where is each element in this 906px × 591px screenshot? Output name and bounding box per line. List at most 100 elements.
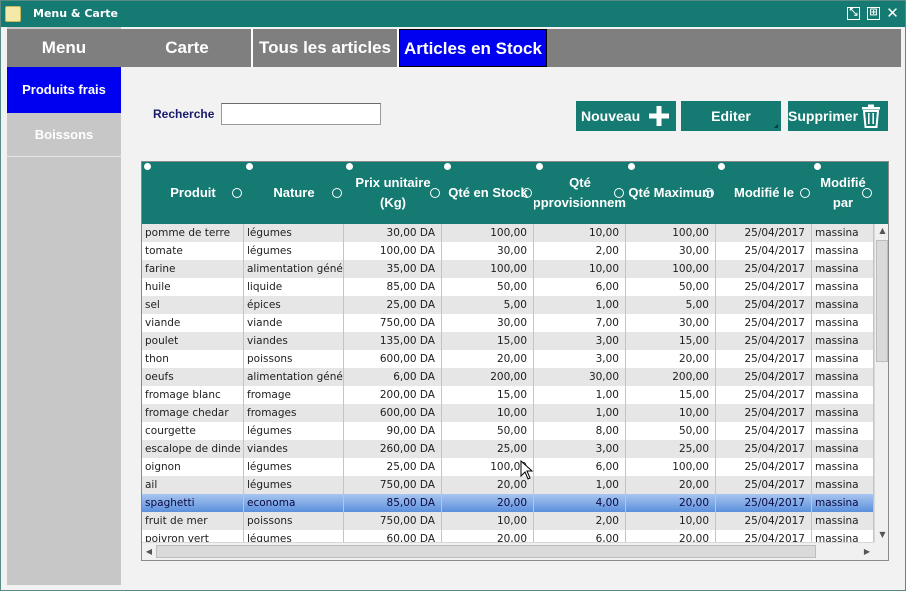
tab-tous-les-articles[interactable]: Tous les articles (253, 29, 399, 67)
table-cell: escalope de dinde (142, 440, 244, 458)
column-header[interactable]: Nature (244, 162, 344, 224)
table-row[interactable]: spaghetti economa 85,00 DA 20,00 4,00 20,00 25… (142, 494, 874, 512)
table-cell: 135,00 DA (344, 332, 442, 350)
search-filter-icon[interactable] (522, 188, 532, 198)
minimize-icon[interactable]: ⤡ (847, 7, 860, 20)
table-cell: 1,00 (534, 476, 626, 494)
table-row[interactable]: huile liquide 85,00 DA 50,00 6,00 50,00 25/04/… (142, 278, 874, 296)
sort-icon[interactable] (814, 163, 821, 170)
table-row[interactable]: tomate légumes 100,00 DA 30,00 2,00 30,00 25/0… (142, 242, 874, 260)
sort-icon[interactable] (144, 163, 151, 170)
table-cell: 15,00 (442, 386, 534, 404)
column-header[interactable]: Qté Maximum (626, 162, 716, 224)
column-header[interactable]: Prix unitaire (Kg) (344, 162, 442, 224)
tab-carte[interactable]: Carte (123, 29, 253, 67)
table-cell: massina (812, 278, 874, 296)
table-cell: 1,00 (534, 404, 626, 422)
table-row[interactable]: pomme de terre légumes 30,00 DA 100,00 10,00… (142, 224, 874, 242)
table-row[interactable]: poivron vert légumes 60,00 DA 20,00 6,00 20,0… (142, 530, 874, 542)
scroll-down-icon[interactable]: ▼ (875, 528, 888, 542)
table-cell: massina (812, 422, 874, 440)
sort-icon[interactable] (718, 163, 725, 170)
table-cell: massina (812, 224, 874, 242)
new-button[interactable]: Nouveau (576, 101, 676, 131)
table-cell: 3,00 (534, 350, 626, 368)
table-cell: 25/04/2017 (716, 512, 812, 530)
column-header[interactable]: Qté d'approvisionnement (534, 162, 626, 224)
table-cell: 60,00 DA (344, 530, 442, 542)
column-header[interactable]: Modifié le (716, 162, 812, 224)
table-cell: 25/04/2017 (716, 458, 812, 476)
table-row[interactable]: fromage chedar fromages 600,00 DA 10,00 1,00… (142, 404, 874, 422)
table-row[interactable]: viande viande 750,00 DA 30,00 7,00 30,00 25/04… (142, 314, 874, 332)
table-cell: 15,00 (626, 332, 716, 350)
horizontal-scroll-thumb[interactable] (156, 545, 816, 558)
table-row[interactable]: thon poissons 600,00 DA 20,00 3,00 20,00 25/04… (142, 350, 874, 368)
column-header[interactable]: Produit (142, 162, 244, 224)
table-cell: 200,00 (626, 368, 716, 386)
table-cell: 10,00 (442, 512, 534, 530)
scroll-right-icon[interactable]: ▶ (860, 543, 874, 560)
edit-button[interactable]: Editer (681, 101, 781, 131)
search-filter-icon[interactable] (332, 188, 342, 198)
horizontal-scrollbar[interactable]: ◀ ▶ (142, 542, 874, 560)
sidebar-header: Menu (7, 29, 121, 67)
search-filter-icon[interactable] (800, 188, 810, 198)
table-row[interactable]: courgette légumes 90,00 DA 50,00 8,00 50,00 25… (142, 422, 874, 440)
close-icon[interactable]: ✕ (886, 6, 899, 21)
table-cell: viande (244, 314, 344, 332)
table-row[interactable]: oignon légumes 25,00 DA 100,00 6,00 100,00 25/… (142, 458, 874, 476)
table-cell: légumes (244, 530, 344, 542)
delete-button[interactable]: Supprimer (788, 101, 888, 131)
sort-icon[interactable] (628, 163, 635, 170)
maximize-icon[interactable]: ⊞ (867, 7, 880, 20)
table-row[interactable]: poulet viandes 135,00 DA 15,00 3,00 15,00 25/0… (142, 332, 874, 350)
table-row[interactable]: sel épices 25,00 DA 5,00 1,00 5,00 25/04/2017 m… (142, 296, 874, 314)
table-cell: 25/04/2017 (716, 422, 812, 440)
table-cell: massina (812, 494, 874, 512)
table-cell: 600,00 DA (344, 404, 442, 422)
table-cell: 6,00 (534, 458, 626, 476)
table-cell: viandes (244, 332, 344, 350)
sort-icon[interactable] (346, 163, 353, 170)
sort-icon[interactable] (246, 163, 253, 170)
table-row[interactable]: fromage blanc fromage 200,00 DA 15,00 1,00 15… (142, 386, 874, 404)
table-cell: 10,00 (534, 224, 626, 242)
table-row[interactable]: escalope de dinde viandes 260,00 DA 25,00 3,… (142, 440, 874, 458)
table-cell: massina (812, 386, 874, 404)
table-cell: viandes (244, 440, 344, 458)
tab-articles-en-stock[interactable]: Articles en Stock (399, 29, 547, 67)
search-filter-icon[interactable] (704, 188, 714, 198)
scroll-left-icon[interactable]: ◀ (142, 543, 156, 560)
search-input[interactable] (221, 103, 381, 125)
table-row[interactable]: fruit de mer poissons 750,00 DA 10,00 2,00 10… (142, 512, 874, 530)
sort-icon[interactable] (536, 163, 543, 170)
sidebar-item-produits-frais[interactable]: Produits frais (7, 67, 121, 113)
column-header[interactable]: Modifié par (812, 162, 874, 224)
search-filter-icon[interactable] (614, 188, 624, 198)
table-cell: 30,00 (442, 314, 534, 332)
table-cell: 25/04/2017 (716, 242, 812, 260)
search-filter-icon[interactable] (232, 188, 242, 198)
column-header[interactable]: Qté en Stock (442, 162, 534, 224)
table-cell: 750,00 DA (344, 476, 442, 494)
vertical-scrollbar[interactable]: ▲ ▼ (874, 224, 888, 542)
search-filter-icon[interactable] (862, 188, 872, 198)
sidebar: Menu Produits frais Boissons (7, 27, 121, 585)
table-cell: pomme de terre (142, 224, 244, 242)
sort-icon[interactable] (444, 163, 451, 170)
table-cell: 100,00 (626, 260, 716, 278)
column-header-label: Qté d'approvisionnement (534, 175, 626, 210)
scroll-up-icon[interactable]: ▲ (875, 224, 888, 238)
table-row[interactable]: farinealimentation générale35,00 DA100,0… (142, 260, 874, 278)
stock-table: Produit Nature Prix unitaire (Kg) Qté en St… (141, 161, 889, 561)
search-filter-icon[interactable] (430, 188, 440, 198)
table-row[interactable]: ail légumes 750,00 DA 20,00 1,00 20,00 25/04/2… (142, 476, 874, 494)
table-cell: 30,00 (626, 314, 716, 332)
vertical-scroll-thumb[interactable] (876, 240, 888, 362)
table-cell: courgette (142, 422, 244, 440)
table-cell: 20,00 (626, 494, 716, 512)
table-row[interactable]: oeufsalimentation générale6,00 DA200,003… (142, 368, 874, 386)
table-cell: 10,00 (626, 512, 716, 530)
sidebar-item-boissons[interactable]: Boissons (7, 113, 121, 157)
